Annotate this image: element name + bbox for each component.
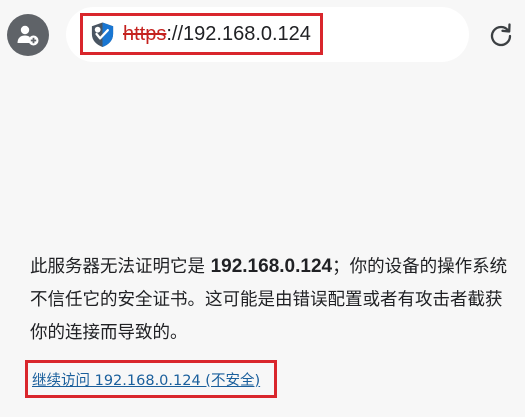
shield-warning-icon[interactable]: [89, 21, 116, 48]
error-message: 此服务器无法证明它是 192.168.0.124；你的设备的操作系统不信任它的安…: [30, 250, 508, 350]
error-text-start: 此服务器无法证明它是: [30, 257, 205, 277]
incognito-profile-icon: [17, 25, 39, 46]
error-host: 192.168.0.124: [210, 256, 333, 277]
reload-button[interactable]: [484, 18, 518, 52]
proceed-unsafe-link[interactable]: 继续访问 192.168.0.124 (不安全): [32, 369, 260, 390]
profile-button[interactable]: [7, 14, 49, 56]
url-text: https://192.168.0.124: [123, 24, 311, 44]
url-host: ://192.168.0.124: [166, 23, 311, 45]
reload-icon: [490, 23, 512, 47]
url-scheme: https: [123, 23, 167, 45]
continue-link-highlight: 继续访问 192.168.0.124 (不安全): [25, 360, 277, 398]
url-bar[interactable]: https://192.168.0.124: [80, 13, 323, 55]
